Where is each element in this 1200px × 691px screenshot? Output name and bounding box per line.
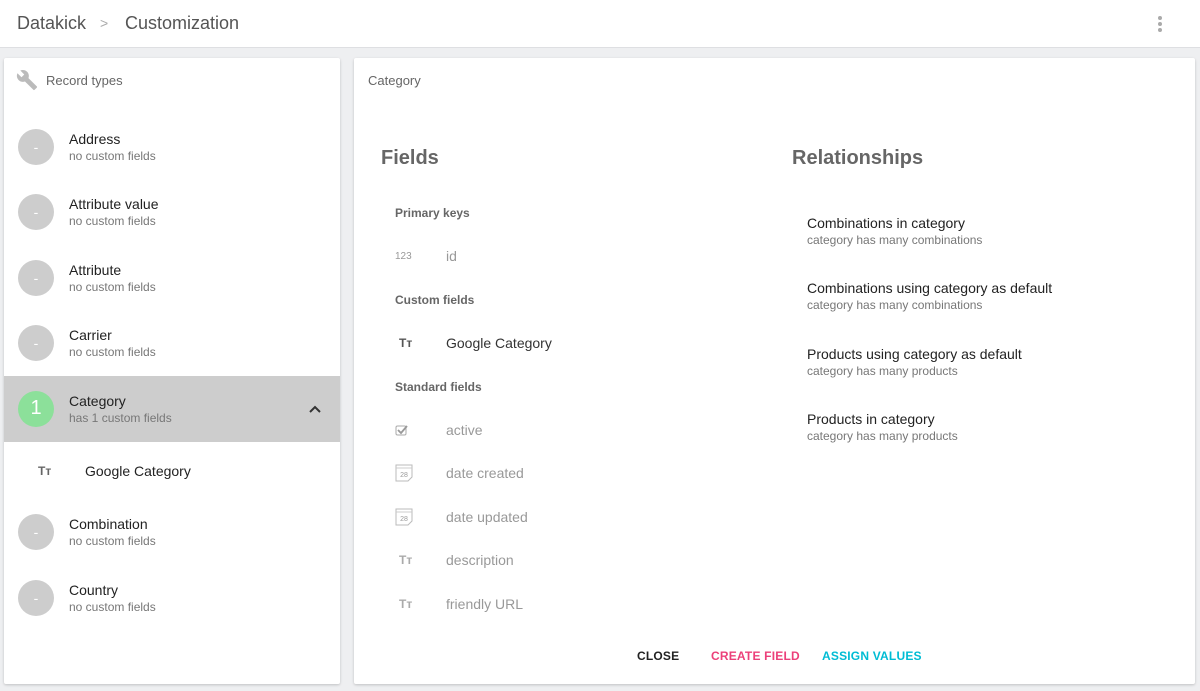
record-type-combination[interactable]: - Combination no custom fields: [4, 500, 340, 566]
record-type-address[interactable]: - Address no custom fields: [4, 114, 340, 180]
create-field-button[interactable]: CREATE FIELD: [711, 649, 800, 663]
svg-text:28: 28: [400, 516, 408, 523]
field-name: active: [446, 422, 483, 438]
record-types-panel: Record types - Address no custom fields …: [4, 58, 340, 684]
field-id[interactable]: 123 id: [395, 246, 695, 266]
field-name: description: [446, 552, 514, 568]
top-bar: Datakick > Customization: [0, 0, 1200, 48]
record-type-subtitle: has 1 custom fields: [69, 410, 172, 425]
standard-fields-label: Standard fields: [395, 380, 482, 394]
relationships-heading: Relationships: [792, 147, 924, 169]
record-type-avatar: -: [18, 194, 54, 231]
relationship-name: Combinations using category as default: [807, 280, 1053, 296]
custom-field-google-category[interactable]: Tт Google Category: [4, 442, 340, 500]
checkbox-type-icon: [395, 424, 419, 437]
record-type-name: Address: [69, 130, 121, 147]
field-name: date created: [446, 465, 524, 481]
field-active[interactable]: active: [395, 420, 695, 440]
record-type-subtitle: no custom fields: [69, 534, 156, 549]
record-type-avatar: -: [18, 259, 54, 296]
date-type-icon: 28: [395, 508, 419, 526]
record-type-name: Carrier: [69, 327, 112, 344]
record-type-attribute[interactable]: - Attribute no custom fields: [4, 245, 340, 311]
text-type-icon: Tт: [399, 597, 413, 611]
primary-keys-label: Primary keys: [395, 206, 470, 220]
date-type-icon: 28: [395, 464, 419, 482]
record-type-avatar: -: [18, 128, 54, 165]
record-type-name: Category: [69, 392, 126, 409]
field-date-created[interactable]: 28 date created: [395, 463, 695, 483]
fields-heading: Fields: [381, 147, 439, 169]
record-type-subtitle: no custom fields: [69, 214, 156, 229]
record-type-subtitle: no custom fields: [69, 345, 156, 360]
text-type-icon: Tт: [399, 553, 413, 567]
custom-fields-label: Custom fields: [395, 293, 475, 307]
breadcrumb-current: Customization: [125, 13, 240, 33]
record-type-name: Attribute: [69, 261, 122, 278]
field-name: date updated: [446, 509, 528, 525]
record-types-list: - Address no custom fields - Attribute v…: [4, 114, 340, 631]
record-type-subtitle: no custom fields: [69, 599, 156, 614]
record-types-header: Record types: [16, 58, 123, 102]
relationship-name: Products in category: [807, 411, 935, 427]
record-type-avatar: -: [18, 514, 54, 551]
record-type-country[interactable]: - Country no custom fields: [4, 565, 340, 631]
relationship-item[interactable]: Products using category as default categ…: [807, 345, 1022, 379]
close-button[interactable]: CLOSE: [637, 649, 679, 663]
record-type-name: Attribute value: [69, 196, 159, 213]
custom-field-name: Google Category: [85, 462, 191, 479]
relationship-description: category has many combinations: [807, 298, 983, 312]
detail-title: Category: [368, 72, 421, 88]
field-google-category[interactable]: Tт Google Category: [395, 333, 695, 353]
number-type-icon: 123: [395, 250, 412, 262]
record-type-subtitle: no custom fields: [69, 279, 156, 294]
wrench-icon: [16, 70, 38, 91]
record-type-name: Combination: [69, 516, 148, 533]
field-name: Google Category: [446, 335, 552, 351]
record-type-category[interactable]: 1 Category has 1 custom fields: [4, 376, 340, 442]
custom-field-count-badge: 1: [18, 390, 54, 427]
record-type-avatar: -: [18, 579, 54, 616]
relationship-description: category has many combinations: [807, 233, 983, 247]
svg-text:28: 28: [400, 472, 408, 479]
relationship-name: Combinations in category: [807, 215, 965, 231]
assign-values-button[interactable]: ASSIGN VALUES: [822, 649, 922, 663]
more-vert-icon[interactable]: [1150, 14, 1170, 34]
record-type-carrier[interactable]: - Carrier no custom fields: [4, 311, 340, 377]
chevron-up-icon[interactable]: [308, 404, 322, 414]
relationship-item[interactable]: Combinations in category category has ma…: [807, 214, 982, 248]
relationship-name: Products using category as default: [807, 346, 1022, 362]
relationship-description: category has many products: [807, 364, 958, 378]
relationship-item[interactable]: Combinations using category as default c…: [807, 279, 1052, 313]
text-type-icon: Tт: [38, 463, 52, 478]
record-type-attribute-value[interactable]: - Attribute value no custom fields: [4, 180, 340, 246]
record-types-title: Record types: [46, 72, 123, 88]
record-detail-panel: Category Fields Primary keys 123 id Cust…: [354, 58, 1195, 684]
dialog-actions: CLOSE CREATE FIELD ASSIGN VALUES: [354, 649, 1195, 669]
record-type-subtitle: no custom fields: [69, 148, 156, 163]
field-friendly-url[interactable]: Tт friendly URL: [395, 594, 695, 614]
field-name: id: [446, 248, 457, 264]
field-date-updated[interactable]: 28 date updated: [395, 507, 695, 527]
field-description[interactable]: Tт description: [395, 550, 695, 570]
field-name: friendly URL: [446, 596, 524, 612]
breadcrumb-separator: >: [100, 15, 109, 31]
record-type-name: Country: [69, 581, 119, 598]
text-type-icon: Tт: [399, 336, 413, 350]
relationship-item[interactable]: Products in category category has many p…: [807, 410, 958, 444]
breadcrumb-root[interactable]: Datakick: [17, 13, 86, 34]
relationship-description: category has many products: [807, 429, 958, 443]
record-type-avatar: -: [18, 325, 54, 362]
